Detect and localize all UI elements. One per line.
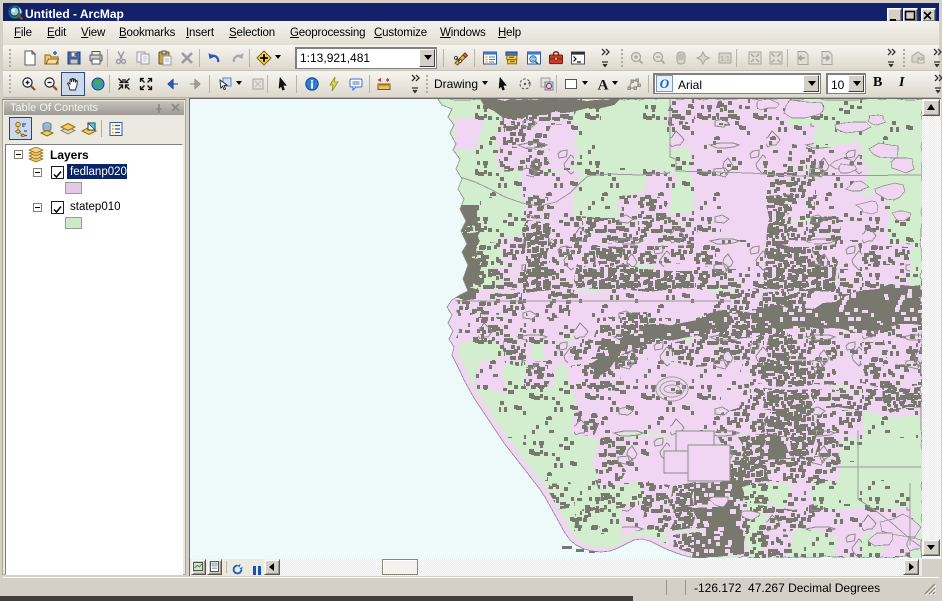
svg-text:A: A [598, 78, 609, 93]
svg-text:O: O [660, 76, 670, 91]
svg-text:1:1: 1:1 [720, 56, 730, 63]
